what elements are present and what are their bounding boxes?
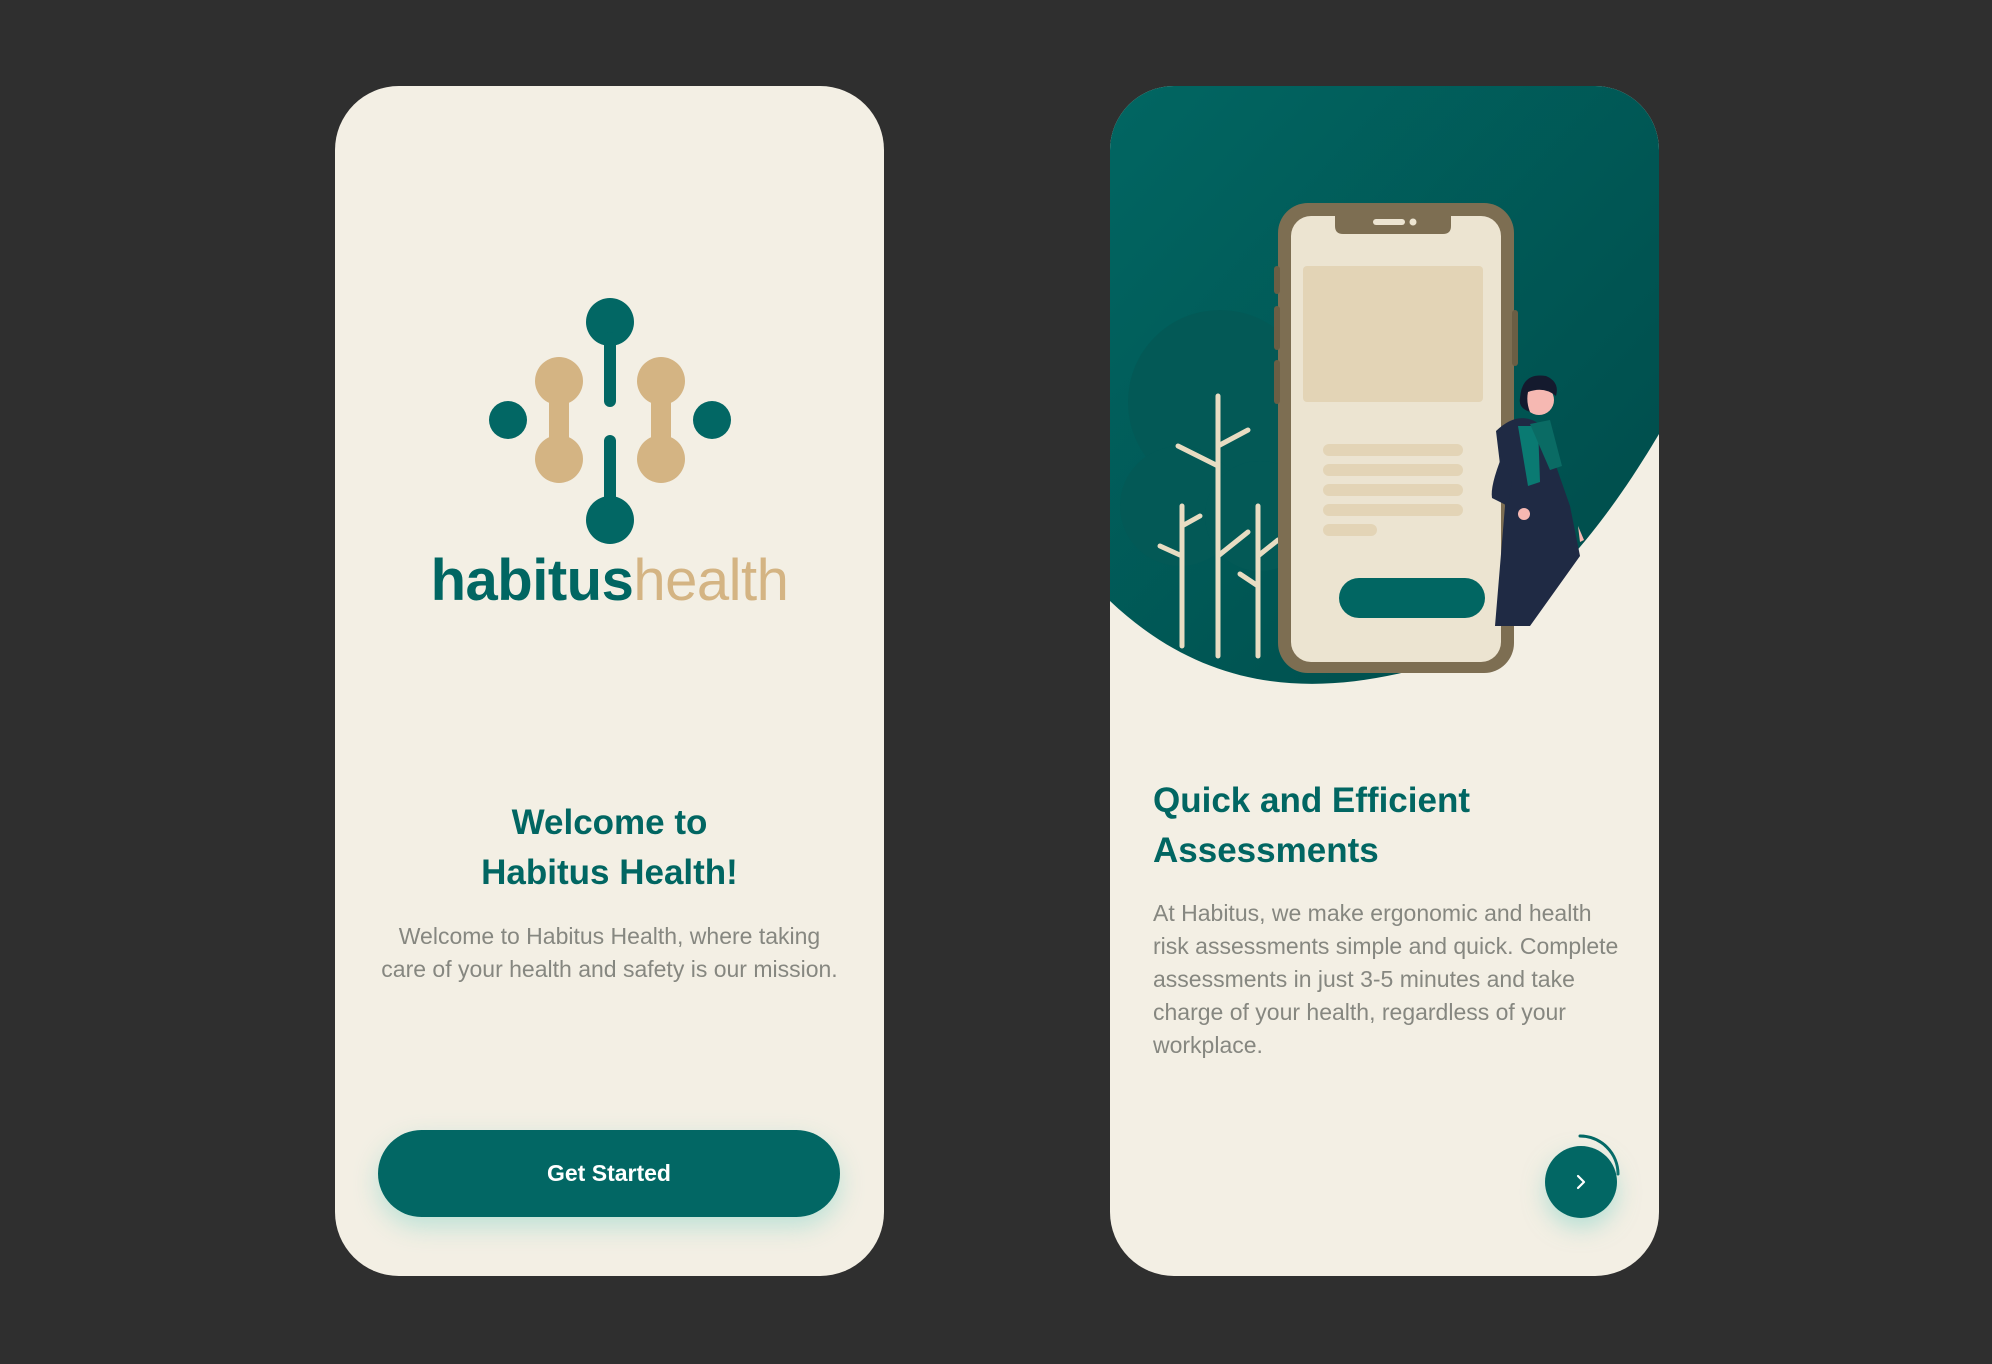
phone-illustration — [1110, 86, 1659, 684]
get-started-button[interactable]: Get Started — [378, 1130, 840, 1217]
next-control — [1530, 1126, 1626, 1222]
get-started-label: Get Started — [547, 1160, 671, 1186]
chevron-right-icon — [1576, 1174, 1586, 1190]
habitus-logo-icon — [489, 298, 731, 544]
welcome-screen: habitushealth Welcome to Habitus Health!… — [335, 86, 884, 1276]
welcome-title: Welcome to Habitus Health! — [481, 803, 738, 892]
wordmark-secondary: health — [633, 548, 789, 613]
assessment-screen: Quick and Efficient Assessments At Habit… — [1110, 86, 1659, 1276]
next-button[interactable] — [1545, 1146, 1617, 1218]
assessment-description: At Habitus, we make ergonomic and health… — [1153, 900, 1619, 1058]
assessment-title: Quick and Efficient Assessments — [1153, 781, 1470, 870]
wordmark-primary: habitus — [430, 548, 634, 613]
brand-wordmark: habitushealth — [335, 546, 884, 616]
welcome-description: Welcome to Habitus Health, where taking … — [381, 923, 838, 982]
